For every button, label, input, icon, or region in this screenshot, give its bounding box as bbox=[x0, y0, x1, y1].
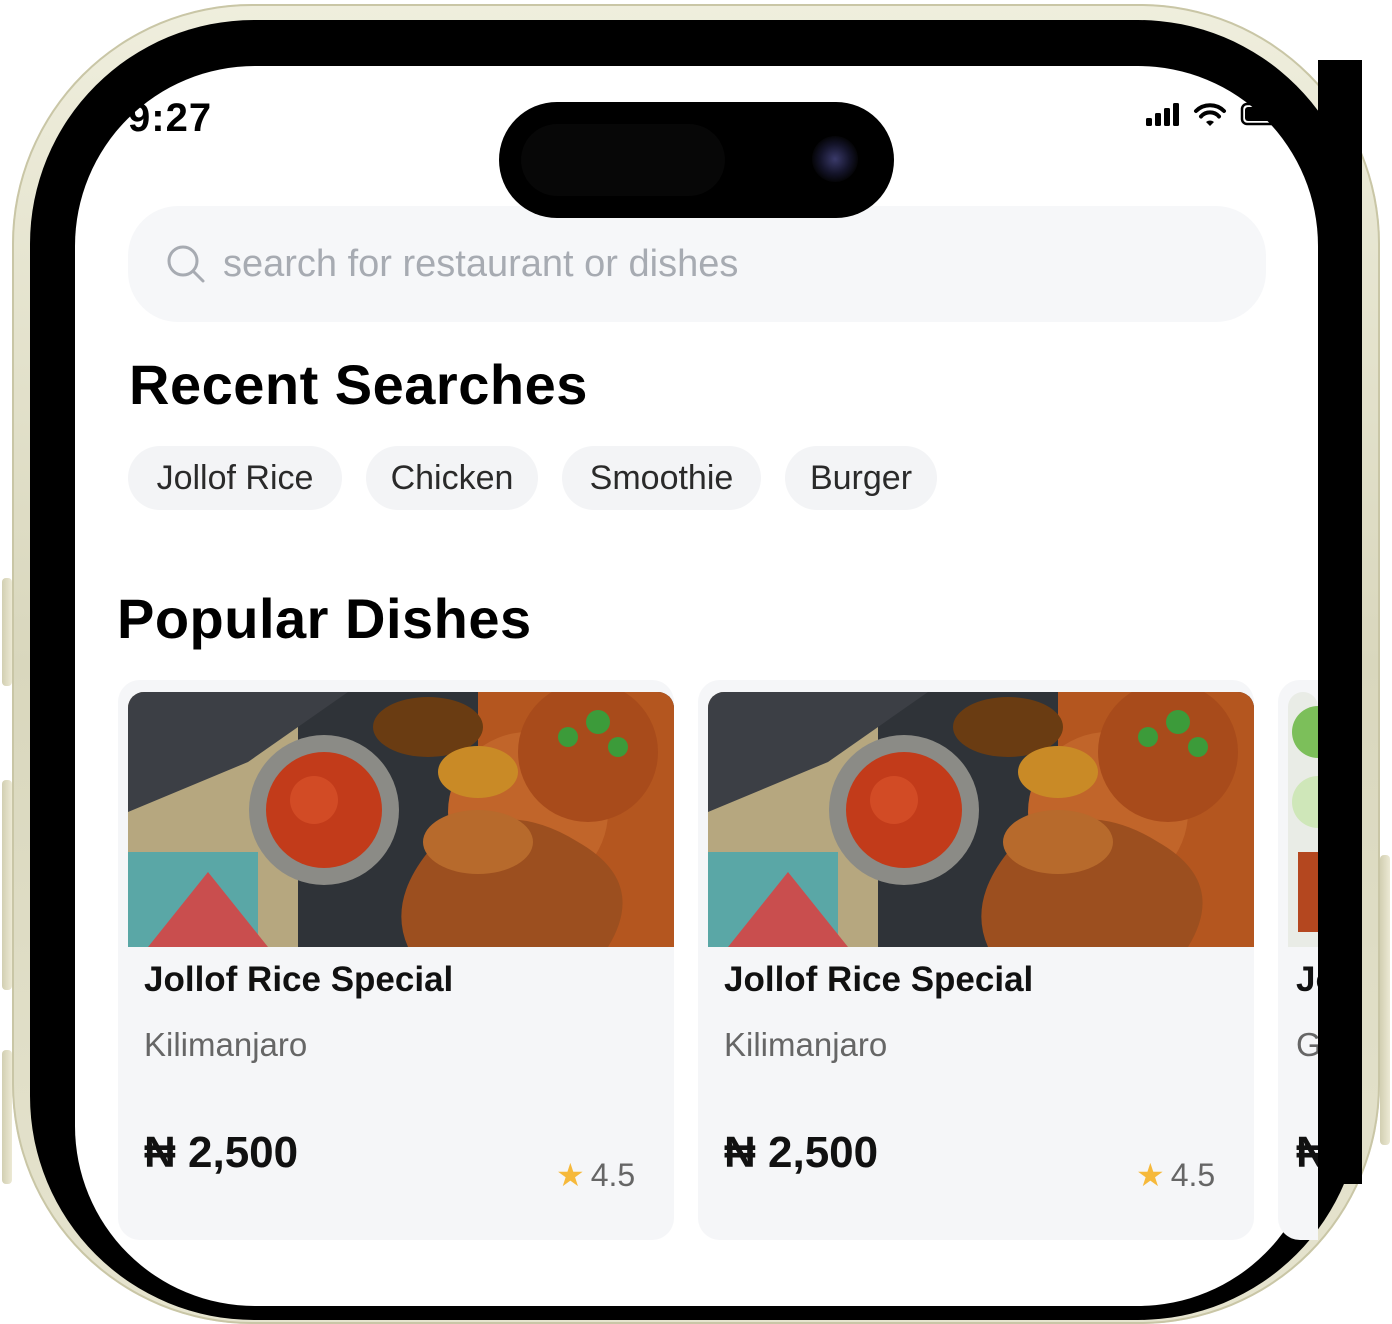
dish-rating: ★ 4.5 bbox=[1136, 1156, 1215, 1194]
dish-name: Jollof Rice Special bbox=[724, 960, 1034, 999]
signal-icon bbox=[1146, 103, 1179, 126]
popular-dishes-title: Popular Dishes bbox=[117, 587, 532, 650]
dish-card[interactable]: Jollof Rice Special Kilimanjaro ₦ 2,500 … bbox=[118, 680, 674, 1240]
status-time: 9:27 bbox=[128, 96, 213, 140]
restaurant-name: G bbox=[1296, 1026, 1318, 1063]
search-input[interactable]: search for restaurant or dishes bbox=[128, 206, 1266, 322]
recent-chip[interactable]: Jollof Rice bbox=[128, 446, 342, 510]
dish-image bbox=[1288, 692, 1318, 947]
wifi-icon bbox=[1194, 103, 1226, 126]
dish-price: ₦ 2,500 bbox=[144, 1128, 299, 1177]
recent-chip[interactable]: Smoothie bbox=[562, 446, 761, 510]
dish-rating: ★ 4.5 bbox=[556, 1156, 635, 1194]
side-button bbox=[2, 1050, 12, 1184]
rating-value: 4.5 bbox=[1170, 1157, 1216, 1193]
bezel-edge bbox=[1318, 60, 1362, 1184]
battery-icon bbox=[1240, 102, 1284, 126]
search-icon bbox=[167, 245, 205, 283]
dish-card[interactable]: Jollof Rice Special Kilimanjaro ₦ 2,500 … bbox=[698, 680, 1254, 1240]
dish-price: ₦ 2,500 bbox=[724, 1128, 879, 1177]
dish-card[interactable]: Jo G ₦ bbox=[1278, 680, 1318, 1240]
side-button bbox=[2, 780, 12, 990]
side-button bbox=[2, 578, 12, 686]
recent-chip[interactable]: Burger bbox=[785, 446, 937, 510]
sensor bbox=[521, 124, 725, 196]
rating-value: 4.5 bbox=[590, 1157, 636, 1193]
star-icon: ★ bbox=[1136, 1157, 1165, 1193]
camera-icon bbox=[812, 136, 858, 182]
restaurant-name: Kilimanjaro bbox=[144, 1026, 308, 1063]
recent-chip[interactable]: Chicken bbox=[366, 446, 538, 510]
search-placeholder: search for restaurant or dishes bbox=[223, 243, 739, 285]
dish-image bbox=[708, 692, 1254, 947]
dish-image bbox=[128, 692, 674, 947]
status-icons bbox=[1146, 100, 1286, 130]
recent-searches-title: Recent Searches bbox=[129, 353, 588, 416]
restaurant-name: Kilimanjaro bbox=[724, 1026, 888, 1063]
dish-price: ₦ bbox=[1296, 1128, 1318, 1177]
side-button bbox=[1380, 855, 1390, 1145]
star-icon: ★ bbox=[556, 1157, 585, 1193]
dish-name: Jollof Rice Special bbox=[144, 960, 454, 999]
dish-name: Jo bbox=[1296, 960, 1318, 999]
dynamic-island bbox=[499, 102, 894, 218]
